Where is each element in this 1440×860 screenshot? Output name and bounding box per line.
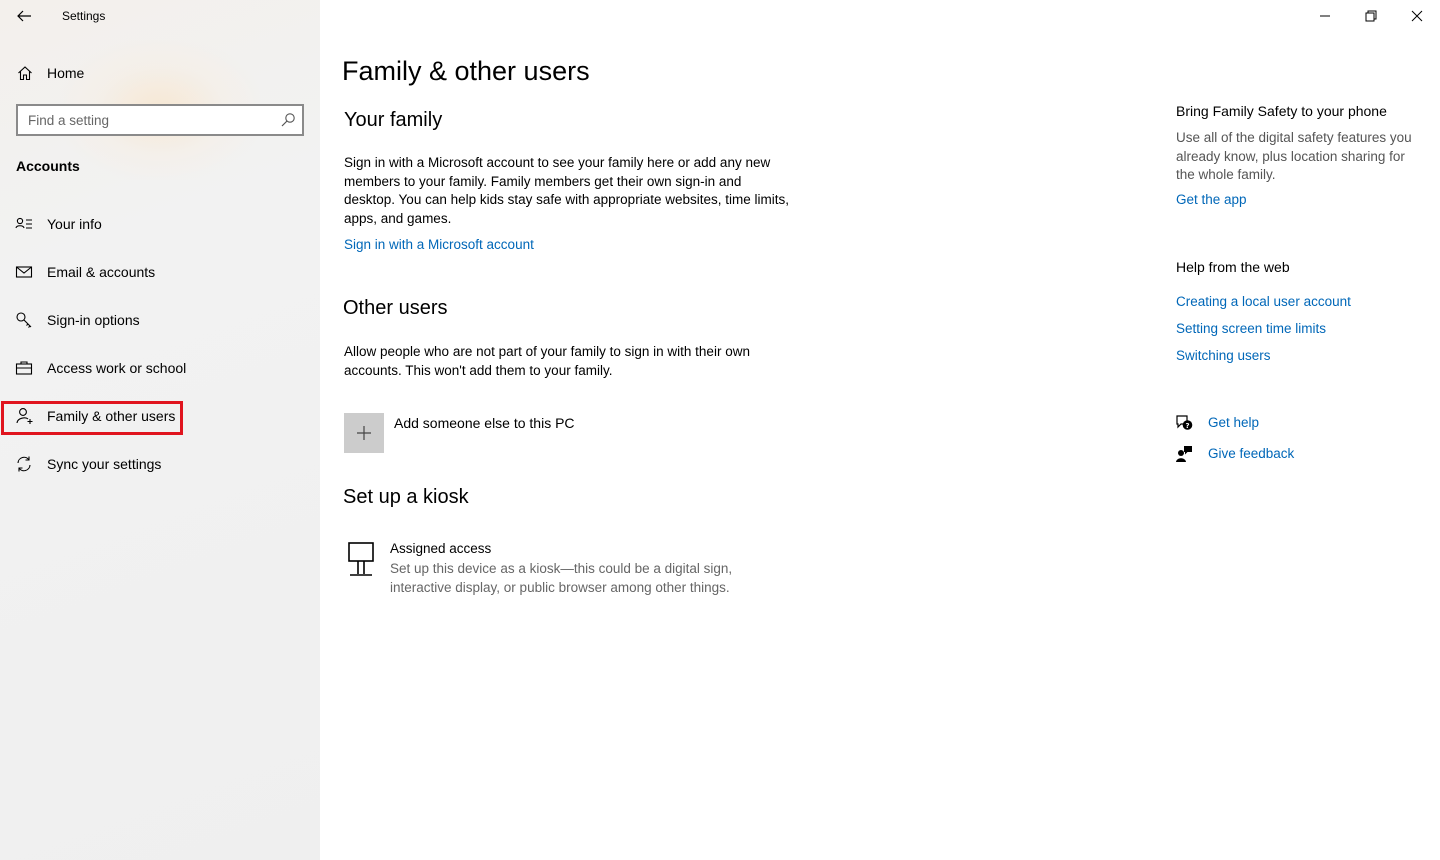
back-button[interactable] [10,4,38,28]
mail-icon [15,266,33,278]
give-feedback-link[interactable]: Give feedback [1208,446,1294,461]
back-arrow-icon [17,10,31,22]
minimize-icon [1320,15,1330,17]
sidebar-item-email-accounts[interactable]: Email & accounts [0,254,320,290]
feedback-icon [1176,446,1192,462]
restore-icon [1365,10,1377,22]
sidebar: Settings Home Accounts Your info Email &… [0,0,320,860]
setting-screen-time-limits-link[interactable]: Setting screen time limits [1176,321,1326,336]
sidebar-item-your-info[interactable]: Your info [0,206,320,242]
sidebar-item-label: Sync your settings [47,456,162,472]
title-bar: Settings [0,0,320,32]
home-icon [18,66,32,81]
your-family-description: Sign in with a Microsoft account to see … [344,155,789,226]
help-from-web-heading: Help from the web [1176,259,1290,275]
selected-item-highlight [1,401,183,435]
sync-icon [17,456,31,472]
assigned-access-description: Set up this device as a kiosk—this could… [390,561,733,595]
sidebar-item-access-work-or-school[interactable]: Access work or school [0,350,320,386]
page-title: Family & other users [342,56,590,86]
other-users-heading: Other users [343,297,448,319]
contact-card-icon [15,217,32,229]
sidebar-item-sync-your-settings[interactable]: Sync your settings [0,446,320,482]
creating-local-user-account-link[interactable]: Creating a local user account [1176,294,1351,309]
assigned-access-title[interactable]: Assigned access [390,541,491,556]
app-title: Settings [62,9,106,23]
kiosk-icon [348,542,374,576]
plus-icon [357,426,371,440]
sidebar-item-sign-in-options[interactable]: Sign-in options [0,302,320,338]
svg-text:?: ? [1185,422,1189,430]
close-button[interactable] [1394,0,1440,32]
minimize-button[interactable] [1302,0,1348,32]
add-someone-label[interactable]: Add someone else to this PC [394,415,575,431]
family-safety-description: Use all of the digital safety features y… [1176,130,1412,182]
key-icon [16,312,32,328]
sidebar-item-label: Access work or school [47,360,187,376]
search-input[interactable] [18,106,268,134]
add-someone-button[interactable] [344,413,384,453]
briefcase-icon [15,361,33,375]
switching-users-link[interactable]: Switching users [1176,348,1271,363]
get-help-link[interactable]: Get help [1208,415,1259,430]
family-safety-heading: Bring Family Safety to your phone [1176,103,1387,119]
search-box[interactable] [16,104,304,136]
sidebar-item-label: Home [47,65,85,81]
kiosk-heading: Set up a kiosk [343,486,469,508]
sidebar-item-home[interactable]: Home [0,58,320,88]
sidebar-item-label: Email & accounts [47,264,156,280]
help-chat-icon: ? [1176,415,1193,430]
close-icon [1411,10,1423,22]
your-family-heading: Your family [344,109,443,131]
sign-in-microsoft-account-link[interactable]: Sign in with a Microsoft account [344,237,534,252]
section-label-accounts: Accounts [16,158,80,174]
sidebar-item-label: Sign-in options [47,312,140,328]
other-users-description: Allow people who are not part of your fa… [344,344,750,378]
restore-button[interactable] [1348,0,1394,32]
search-icon [281,113,295,127]
get-the-app-link[interactable]: Get the app [1176,192,1247,207]
sidebar-item-label: Your info [47,216,102,232]
